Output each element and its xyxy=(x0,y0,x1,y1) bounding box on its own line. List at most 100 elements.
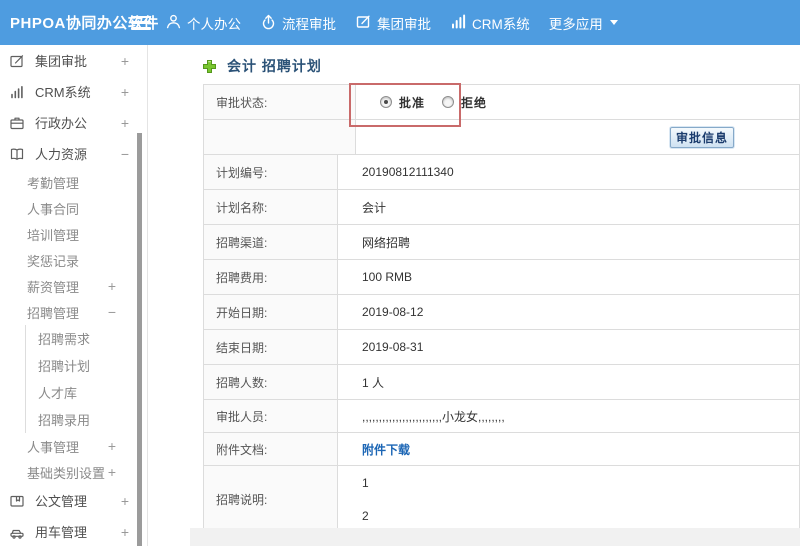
sidebar-item-admin-office[interactable]: 行政办公 + xyxy=(0,107,147,138)
sidebar-item-training[interactable]: 培训管理 xyxy=(0,221,147,247)
field-label: 招聘人数: xyxy=(203,364,338,400)
nav-crm[interactable]: CRM系统 xyxy=(450,13,530,33)
field-label: 计划编号: xyxy=(203,154,338,190)
sidebar-item-attendance[interactable]: 考勤管理 xyxy=(0,169,147,195)
hamburger-icon[interactable] xyxy=(131,15,151,30)
empty-label-cell xyxy=(203,119,356,155)
table-row: 结束日期: 2019-08-31 xyxy=(203,329,800,365)
expand-icon[interactable]: + xyxy=(108,278,116,294)
edit-square-icon xyxy=(9,53,26,69)
sidebar-item-vehicle[interactable]: 用车管理 + xyxy=(0,516,147,546)
field-value: 1 2 xyxy=(337,465,800,533)
sidebar-item-personnel[interactable]: 人事管理 + xyxy=(0,433,147,459)
sidebar-item-label: 用车管理 xyxy=(35,525,88,540)
sidebar-item-rewards[interactable]: 奖惩记录 xyxy=(0,247,147,273)
sidebar-item-documents[interactable]: 公文管理 + xyxy=(0,485,147,516)
sidebar-item-talent-pool[interactable]: 人才库 xyxy=(26,379,147,406)
collapse-icon[interactable]: − xyxy=(108,304,116,320)
sidebar-item-label: 招聘计划 xyxy=(38,359,91,374)
plan-detail-table: 计划编号: 20190812111340 计划名称: 会计 招聘渠道: 网络招聘… xyxy=(203,154,800,533)
table-row: 审批人员: ,,,,,,,,,,,,,,,,,,,,,,,,小龙女,,,,,,,… xyxy=(203,399,800,433)
sidebar: 集团审批 + CRM系统 + 行政办公 + 人力资源 − 考勤管理 人事合同 培… xyxy=(0,45,148,546)
bar-chart-icon xyxy=(9,84,26,100)
nav-personal-office[interactable]: 个人办公 xyxy=(165,13,241,33)
expand-icon[interactable]: + xyxy=(121,53,129,69)
expand-icon[interactable]: + xyxy=(108,464,116,480)
document-icon xyxy=(9,493,26,509)
sidebar-item-label: 基础类别设置 xyxy=(27,465,106,481)
table-row: 计划名称: 会计 xyxy=(203,189,800,225)
sidebar-item-label: 行政办公 xyxy=(35,116,88,131)
table-row: 开始日期: 2019-08-12 xyxy=(203,294,800,330)
table-row: 招聘费用: 100 RMB xyxy=(203,259,800,295)
book-icon xyxy=(9,146,26,162)
sidebar-item-recruit-hire[interactable]: 招聘录用 xyxy=(26,406,147,433)
collapse-icon[interactable]: − xyxy=(121,146,129,162)
field-value: 网络招聘 xyxy=(337,224,800,260)
sidebar-scrollbar[interactable] xyxy=(137,133,142,546)
approval-status-options: 批准 拒绝 xyxy=(355,84,800,120)
field-value: 附件下载 xyxy=(337,432,800,466)
recruitment-submenu: 招聘需求 招聘计划 人才库 招聘录用 xyxy=(25,325,147,433)
process-icon xyxy=(260,13,282,33)
sidebar-item-label: 人力资源 xyxy=(35,147,88,162)
field-label: 招聘说明: xyxy=(203,465,338,533)
field-label: 审批人员: xyxy=(203,399,338,433)
field-value: 1 人 xyxy=(337,364,800,400)
radio-approve[interactable] xyxy=(380,96,392,108)
briefcase-icon xyxy=(9,115,26,131)
field-label: 招聘费用: xyxy=(203,259,338,295)
add-plus-icon[interactable] xyxy=(202,59,217,74)
bar-chart-icon xyxy=(450,13,472,33)
sidebar-item-hr-contract[interactable]: 人事合同 xyxy=(0,195,147,221)
expand-icon[interactable]: + xyxy=(121,493,129,509)
top-navigation: 个人办公 流程审批 集团审批 CRM系统 更多应用 xyxy=(165,13,637,33)
nav-group-approval[interactable]: 集团审批 xyxy=(355,13,431,33)
car-icon xyxy=(9,524,26,540)
expand-icon[interactable]: + xyxy=(108,438,116,454)
footer-background xyxy=(190,528,800,546)
expand-icon[interactable]: + xyxy=(121,84,129,100)
sidebar-item-recruitment[interactable]: 招聘管理 − xyxy=(0,299,147,325)
sidebar-item-base-category[interactable]: 基础类别设置 + xyxy=(0,459,147,485)
field-label: 附件文档: xyxy=(203,432,338,466)
radio-reject-label[interactable]: 拒绝 xyxy=(461,94,487,111)
expand-icon[interactable]: + xyxy=(121,115,129,131)
sidebar-item-label: 考勤管理 xyxy=(27,175,80,191)
table-row: 计划编号: 20190812111340 xyxy=(203,154,800,190)
table-row: 招聘渠道: 网络招聘 xyxy=(203,224,800,260)
sidebar-item-label: 培训管理 xyxy=(27,227,80,243)
field-label: 开始日期: xyxy=(203,294,338,330)
radio-approve-label[interactable]: 批准 xyxy=(399,94,425,111)
sidebar-item-salary[interactable]: 薪资管理 + xyxy=(0,273,147,299)
sidebar-item-label: 奖惩记录 xyxy=(27,253,80,269)
sidebar-item-recruit-demand[interactable]: 招聘需求 xyxy=(26,325,147,352)
page-title: 会计 招聘计划 xyxy=(227,58,322,74)
sidebar-item-label: 招聘管理 xyxy=(27,305,80,321)
nav-process-approval[interactable]: 流程审批 xyxy=(260,13,336,33)
sidebar-item-group-approval[interactable]: 集团审批 + xyxy=(0,45,147,76)
radio-reject[interactable] xyxy=(442,96,455,108)
page-header: 会计 招聘计划 xyxy=(202,56,322,76)
nav-label: CRM系统 xyxy=(472,16,530,32)
field-value: 2019-08-12 xyxy=(337,294,800,330)
field-label: 计划名称: xyxy=(203,189,338,225)
sidebar-item-recruit-plan[interactable]: 招聘计划 xyxy=(26,352,147,379)
field-value: 会计 xyxy=(337,189,800,225)
expand-icon[interactable]: + xyxy=(121,524,129,540)
description-line: 1 xyxy=(362,475,369,490)
approval-info-button[interactable]: 审批信息 xyxy=(670,127,734,148)
sidebar-item-label: 集团审批 xyxy=(35,54,88,69)
sidebar-item-label: 招聘录用 xyxy=(38,413,91,428)
field-value: 100 RMB xyxy=(337,259,800,295)
nav-more-apps[interactable]: 更多应用 xyxy=(549,13,618,33)
nav-label: 个人办公 xyxy=(187,16,241,32)
app-logo: PHPOA协同办公软件 xyxy=(10,15,159,32)
sidebar-item-crm[interactable]: CRM系统 + xyxy=(0,76,147,107)
main-content: 会计 招聘计划 审批状态: 批准 拒绝 审批信息 计划编号: 201908121… xyxy=(148,45,800,546)
table-row: 审批状态: 批准 拒绝 xyxy=(203,84,800,120)
sidebar-item-hr[interactable]: 人力资源 − xyxy=(0,138,147,169)
sidebar-item-label: 人事合同 xyxy=(27,201,80,217)
attachment-download-link[interactable]: 附件下载 xyxy=(362,443,410,457)
sidebar-item-label: 薪资管理 xyxy=(27,279,80,295)
